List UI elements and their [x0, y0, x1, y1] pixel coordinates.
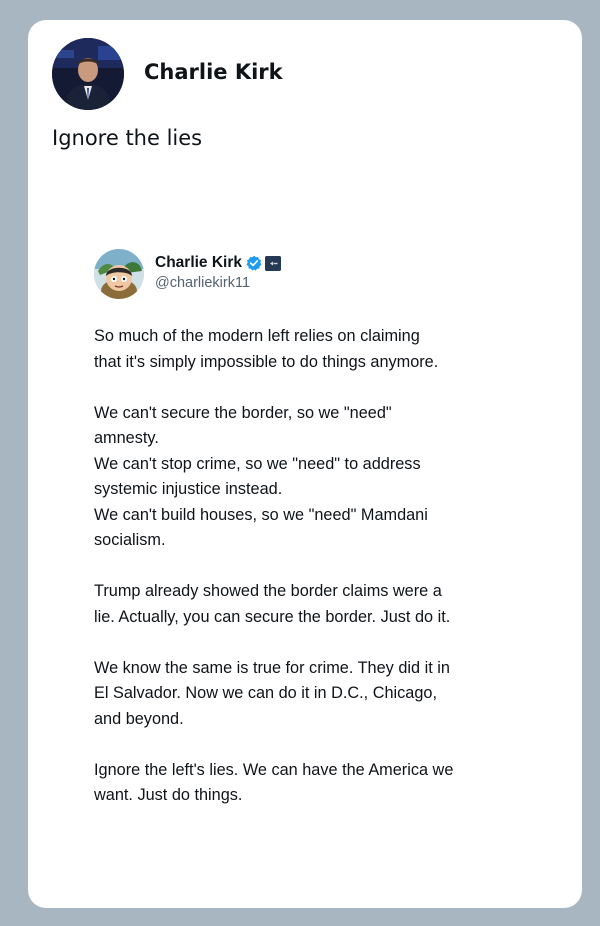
tweet-text-line: Trump already showed the border claims w… — [94, 582, 442, 600]
quoted-tweet-image: Charlie Kirk @charliekirk11 So much of t… — [94, 244, 534, 824]
tweet-name-row: Charlie Kirk — [155, 252, 282, 274]
avatar-photo — [52, 38, 124, 110]
tweet-text-line: amnesty. — [94, 429, 159, 447]
post-author-name[interactable]: Charlie Kirk — [144, 60, 283, 84]
tweet-text-line: socialism. — [94, 531, 166, 549]
tweet-text-line: and beyond. — [94, 709, 184, 728]
tweet-paragraph: Ignore the left's lies. We can have the … — [94, 758, 534, 809]
post-text: Ignore the lies — [52, 126, 203, 150]
tweet-text-line: We can't stop crime, so we "need" to add… — [94, 454, 421, 473]
tweet-text-line: that it's simply impossible to do things… — [94, 352, 439, 371]
tweet-text-line: El Salvador. Now we can do it in D.C., C… — [94, 684, 437, 702]
avatar[interactable] — [52, 38, 124, 110]
post-card: Charlie Kirk Ignore the lies Charlie Kir… — [28, 20, 582, 908]
tweet-handle[interactable]: @charliekirk11 — [155, 275, 250, 291]
tweet-avatar — [94, 249, 144, 299]
tweet-text-line: So much of the modern left relies on cla… — [94, 327, 420, 345]
tweet-text-line: want. Just do things. — [94, 786, 243, 804]
tweet-paragraph: Trump already showed the border claims w… — [94, 579, 534, 630]
affiliate-badge-icon — [265, 255, 282, 271]
tweet-text-line: systemic injustice instead. — [94, 480, 283, 498]
tweet-paragraph: So much of the modern left relies on cla… — [94, 324, 534, 375]
tweet-text-line: We know the same is true for crime. They… — [94, 658, 450, 677]
tweet-text-line: Ignore the left's lies. We can have the … — [94, 760, 454, 779]
tweet-paragraph: We know the same is true for crime. They… — [94, 656, 534, 733]
tweet-text-line: We can't secure the border, so we "need" — [94, 403, 392, 422]
verified-badge-icon — [246, 255, 262, 271]
tweet-paragraph: We can't secure the border, so we "need"… — [94, 401, 534, 554]
cartoon-avatar — [94, 249, 144, 299]
tweet-body: So much of the modern left relies on cla… — [94, 324, 534, 809]
tweet-author-name[interactable]: Charlie Kirk — [155, 254, 242, 272]
tweet-text-line: We can't build houses, so we "need" Mamd… — [94, 505, 428, 524]
tweet-text-line: lie. Actually, you can secure the border… — [94, 607, 451, 626]
